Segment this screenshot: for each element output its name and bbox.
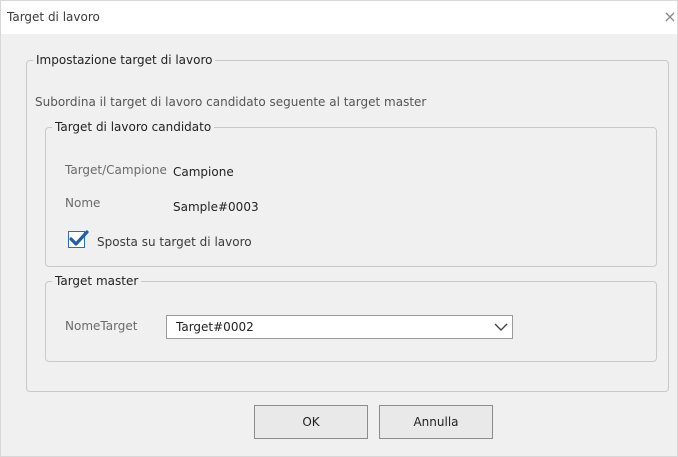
master-target-legend: Target master xyxy=(55,274,139,288)
chevron-down-icon xyxy=(494,323,508,331)
move-to-work-target-checkbox[interactable] xyxy=(68,230,89,248)
ok-button[interactable]: OK xyxy=(254,405,368,439)
target-name-label: NomeTarget xyxy=(65,319,138,333)
cancel-button[interactable]: Annulla xyxy=(379,405,493,439)
checkmark-icon xyxy=(69,230,89,246)
candidate-target-legend: Target di lavoro candidato xyxy=(55,120,212,134)
instruction-text: Subordina il target di lavoro candidato … xyxy=(35,95,427,109)
target-name-dropdown[interactable]: Target#0002 xyxy=(166,315,513,339)
name-value: Sample#0003 xyxy=(173,200,259,214)
target-sample-value: Campione xyxy=(173,165,234,179)
target-sample-label: Target/Campione xyxy=(65,163,167,177)
target-name-selected: Target#0002 xyxy=(176,320,254,334)
title-bar: Target di lavoro × xyxy=(1,1,677,34)
name-label: Nome xyxy=(65,196,101,210)
work-target-settings-legend: Impostazione target di lavoro xyxy=(36,53,213,67)
window-title: Target di lavoro xyxy=(7,10,100,24)
close-icon[interactable]: × xyxy=(663,7,677,27)
move-to-work-target-label[interactable]: Sposta su target di lavoro xyxy=(97,235,252,249)
dialog-window: Target di lavoro × Impostazione target d… xyxy=(0,0,678,457)
